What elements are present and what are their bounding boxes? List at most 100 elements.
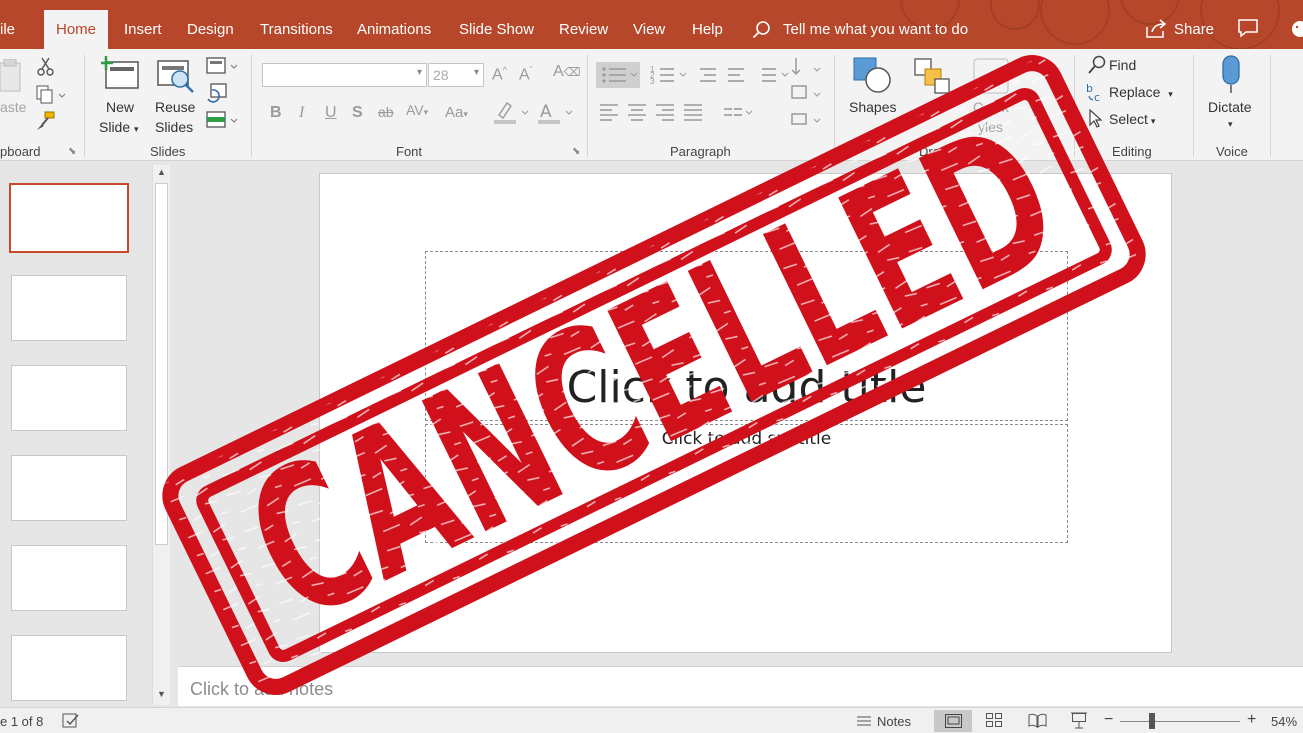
slide-thumbnail-3[interactable]: [11, 365, 127, 431]
underline-icon[interactable]: U: [325, 104, 337, 122]
zoom-level[interactable]: 54%: [1271, 714, 1297, 729]
clear-formatting-icon[interactable]: A⌫: [553, 63, 581, 81]
subtitle-placeholder[interactable]: Click to add subtitle: [425, 424, 1068, 543]
tab-home[interactable]: Home: [44, 10, 109, 49]
new-slide-icon[interactable]: [101, 56, 141, 90]
tab-review[interactable]: Review: [559, 0, 608, 49]
tab-transitions[interactable]: Transitions: [260, 0, 333, 49]
smiley-feedback-icon[interactable]: [1291, 20, 1303, 38]
reset-slide-icon[interactable]: [206, 83, 228, 103]
shapes-icon[interactable]: [852, 56, 894, 96]
clipboard-launcher-icon[interactable]: ⬊: [68, 146, 76, 157]
group-separator: [587, 55, 588, 157]
find-icon[interactable]: [1087, 55, 1107, 75]
slide-canvas[interactable]: Click to add title Click to add subtitle: [319, 173, 1172, 653]
share-label: Share: [1174, 21, 1215, 38]
comment-icon[interactable]: [1238, 19, 1258, 38]
section-icon[interactable]: [206, 111, 238, 131]
zoom-in-button[interactable]: +: [1247, 711, 1256, 729]
paragraph-align-tools: [600, 104, 753, 121]
group-label-drawing: Drawing: [919, 144, 967, 159]
scrollbar-thumb[interactable]: [155, 183, 168, 545]
replace-button[interactable]: Replace ▾: [1109, 84, 1173, 100]
copy-icon[interactable]: [36, 85, 66, 105]
character-spacing-icon[interactable]: AV▾: [406, 102, 428, 118]
notes-button[interactable]: Notes: [877, 714, 911, 729]
decrease-font-icon[interactable]: Aˇ: [519, 65, 533, 84]
slide-thumbnail-4[interactable]: [11, 455, 127, 521]
group-separator: [84, 55, 85, 157]
normal-view-button[interactable]: [934, 710, 972, 732]
group-separator: [834, 55, 835, 157]
tab-slide-show[interactable]: Slide Show: [459, 0, 534, 49]
font-size-combobox[interactable]: 28 ▾: [428, 63, 484, 87]
svg-text:A: A: [540, 102, 552, 122]
find-button[interactable]: Find: [1109, 57, 1136, 73]
slide-thumbnail-pane: [0, 162, 175, 707]
font-launcher-icon[interactable]: ⬊: [572, 146, 580, 157]
slide-show-icon[interactable]: [1070, 712, 1088, 729]
dictate-dropdown-icon[interactable]: ▾: [1228, 119, 1233, 130]
strikethrough-icon[interactable]: ab: [378, 104, 394, 120]
increase-font-icon[interactable]: A^: [492, 65, 507, 84]
share-button[interactable]: Share: [1145, 0, 1214, 49]
zoom-slider[interactable]: [1120, 721, 1240, 722]
tab-help[interactable]: Help: [692, 0, 723, 49]
new-slide-button[interactable]: Slide ▾: [99, 119, 139, 135]
group-label-clipboard: pboard: [0, 144, 41, 159]
quick-styles-label-2: yles: [978, 119, 1003, 135]
slide-thumbnail-5[interactable]: [11, 545, 127, 611]
tell-me-label: Tell me what you want to do: [783, 21, 969, 38]
select-cursor-icon[interactable]: [1088, 109, 1104, 129]
dropdown-caret-icon: ▾: [134, 124, 139, 134]
paste-label: aste: [0, 99, 27, 115]
tab-file[interactable]: ile: [0, 0, 15, 49]
format-painter-icon[interactable]: [36, 111, 56, 131]
slide-count: e 1 of 8: [0, 714, 44, 729]
scroll-up-arrow-icon[interactable]: ▲: [157, 167, 166, 177]
svg-text:b: b: [1086, 82, 1093, 95]
quick-styles-icon[interactable]: [973, 58, 1009, 94]
font-color-icon[interactable]: A: [537, 101, 575, 125]
lightbulb-search-icon: [752, 21, 770, 39]
slide-thumbnail-6[interactable]: [11, 635, 127, 701]
paste-icon[interactable]: [0, 59, 24, 93]
title-placeholder[interactable]: Click to add title: [425, 251, 1068, 421]
layout-icon[interactable]: [206, 57, 238, 77]
slide-sorter-icon[interactable]: [986, 713, 1003, 728]
tell-me-search[interactable]: Tell me what you want to do: [752, 0, 968, 49]
tab-design[interactable]: Design: [187, 0, 234, 49]
change-case-icon[interactable]: Aa▾: [445, 104, 468, 121]
italic-icon[interactable]: I: [299, 104, 304, 122]
reuse-slides-icon[interactable]: [156, 59, 196, 93]
thumbnail-scrollbar[interactable]: ▲ ▼: [152, 165, 170, 705]
spelling-check-icon[interactable]: [62, 713, 80, 729]
text-shadow-icon[interactable]: S: [352, 104, 363, 122]
bold-icon[interactable]: B: [270, 104, 282, 122]
notes-pane[interactable]: Click to add notes: [178, 666, 1303, 706]
tab-insert[interactable]: Insert: [124, 0, 162, 49]
font-name-combobox[interactable]: ▾: [262, 63, 427, 87]
reuse-slides-label-1: Reuse: [155, 99, 196, 115]
scroll-down-arrow-icon[interactable]: ▼: [157, 689, 166, 699]
zoom-slider-thumb[interactable]: [1149, 713, 1155, 729]
tab-view[interactable]: View: [633, 0, 665, 49]
zoom-out-button[interactable]: −: [1104, 711, 1113, 729]
microphone-icon[interactable]: [1219, 55, 1243, 95]
status-bar: e 1 of 8 Notes − + 54%: [0, 707, 1303, 733]
tab-animations[interactable]: Animations: [357, 0, 431, 49]
reading-view-icon[interactable]: [1028, 713, 1047, 728]
select-button[interactable]: Select ▾: [1109, 111, 1155, 127]
new-slide-label-2: Slide: [99, 119, 131, 135]
slide-thumbnail-2[interactable]: [11, 275, 127, 341]
group-separator: [251, 55, 252, 157]
normal-view-icon: [945, 714, 962, 728]
replace-icon[interactable]: b c: [1086, 82, 1106, 102]
group-label-paragraph: Paragraph: [670, 144, 731, 159]
cut-icon[interactable]: [37, 57, 55, 77]
arrange-icon[interactable]: [913, 57, 953, 97]
group-label-voice: Voice: [1216, 144, 1248, 159]
group-label-font: Font: [396, 144, 423, 159]
highlight-color-icon[interactable]: [493, 101, 531, 125]
slide-thumbnail-1[interactable]: [9, 183, 129, 253]
